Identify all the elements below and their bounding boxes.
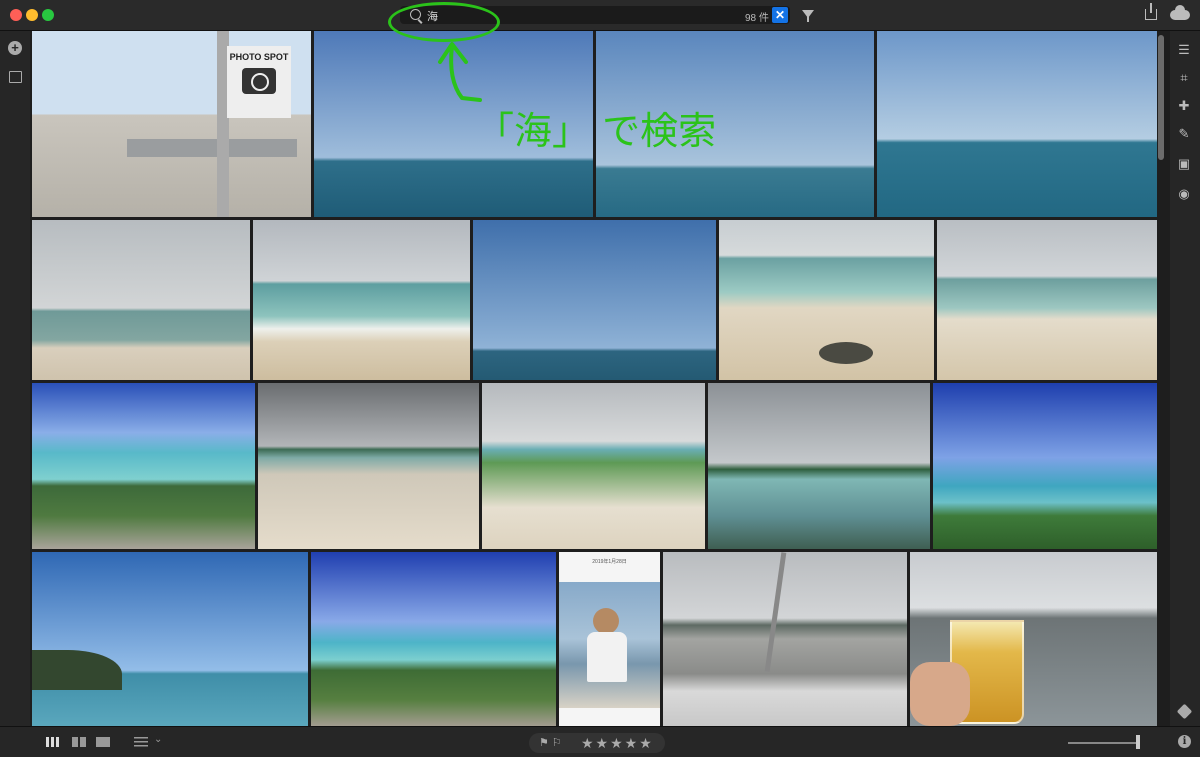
- sort-icon[interactable]: [134, 737, 148, 747]
- thumbnail-size-slider[interactable]: [1068, 742, 1138, 744]
- detail-view-button[interactable]: [96, 737, 110, 747]
- chevron-down-icon[interactable]: ⌄: [154, 734, 162, 745]
- info-icon[interactable]: i: [1178, 735, 1191, 748]
- photo-grid-view-button[interactable]: [72, 737, 86, 747]
- flag-rating-control: ⚑ ⚐ ★★★★★: [529, 733, 665, 753]
- thumbnail-size-thumb[interactable]: [1136, 735, 1140, 749]
- square-grid-view-button[interactable]: [46, 737, 60, 747]
- annotation-text: 「海」 で検索: [476, 109, 717, 153]
- flag-icons[interactable]: ⚑ ⚐: [539, 736, 562, 749]
- star-rating[interactable]: ★★★★★: [581, 735, 654, 752]
- bottom-toolbar: ⌄ ⚑ ⚐ ★★★★★ i: [0, 726, 1200, 757]
